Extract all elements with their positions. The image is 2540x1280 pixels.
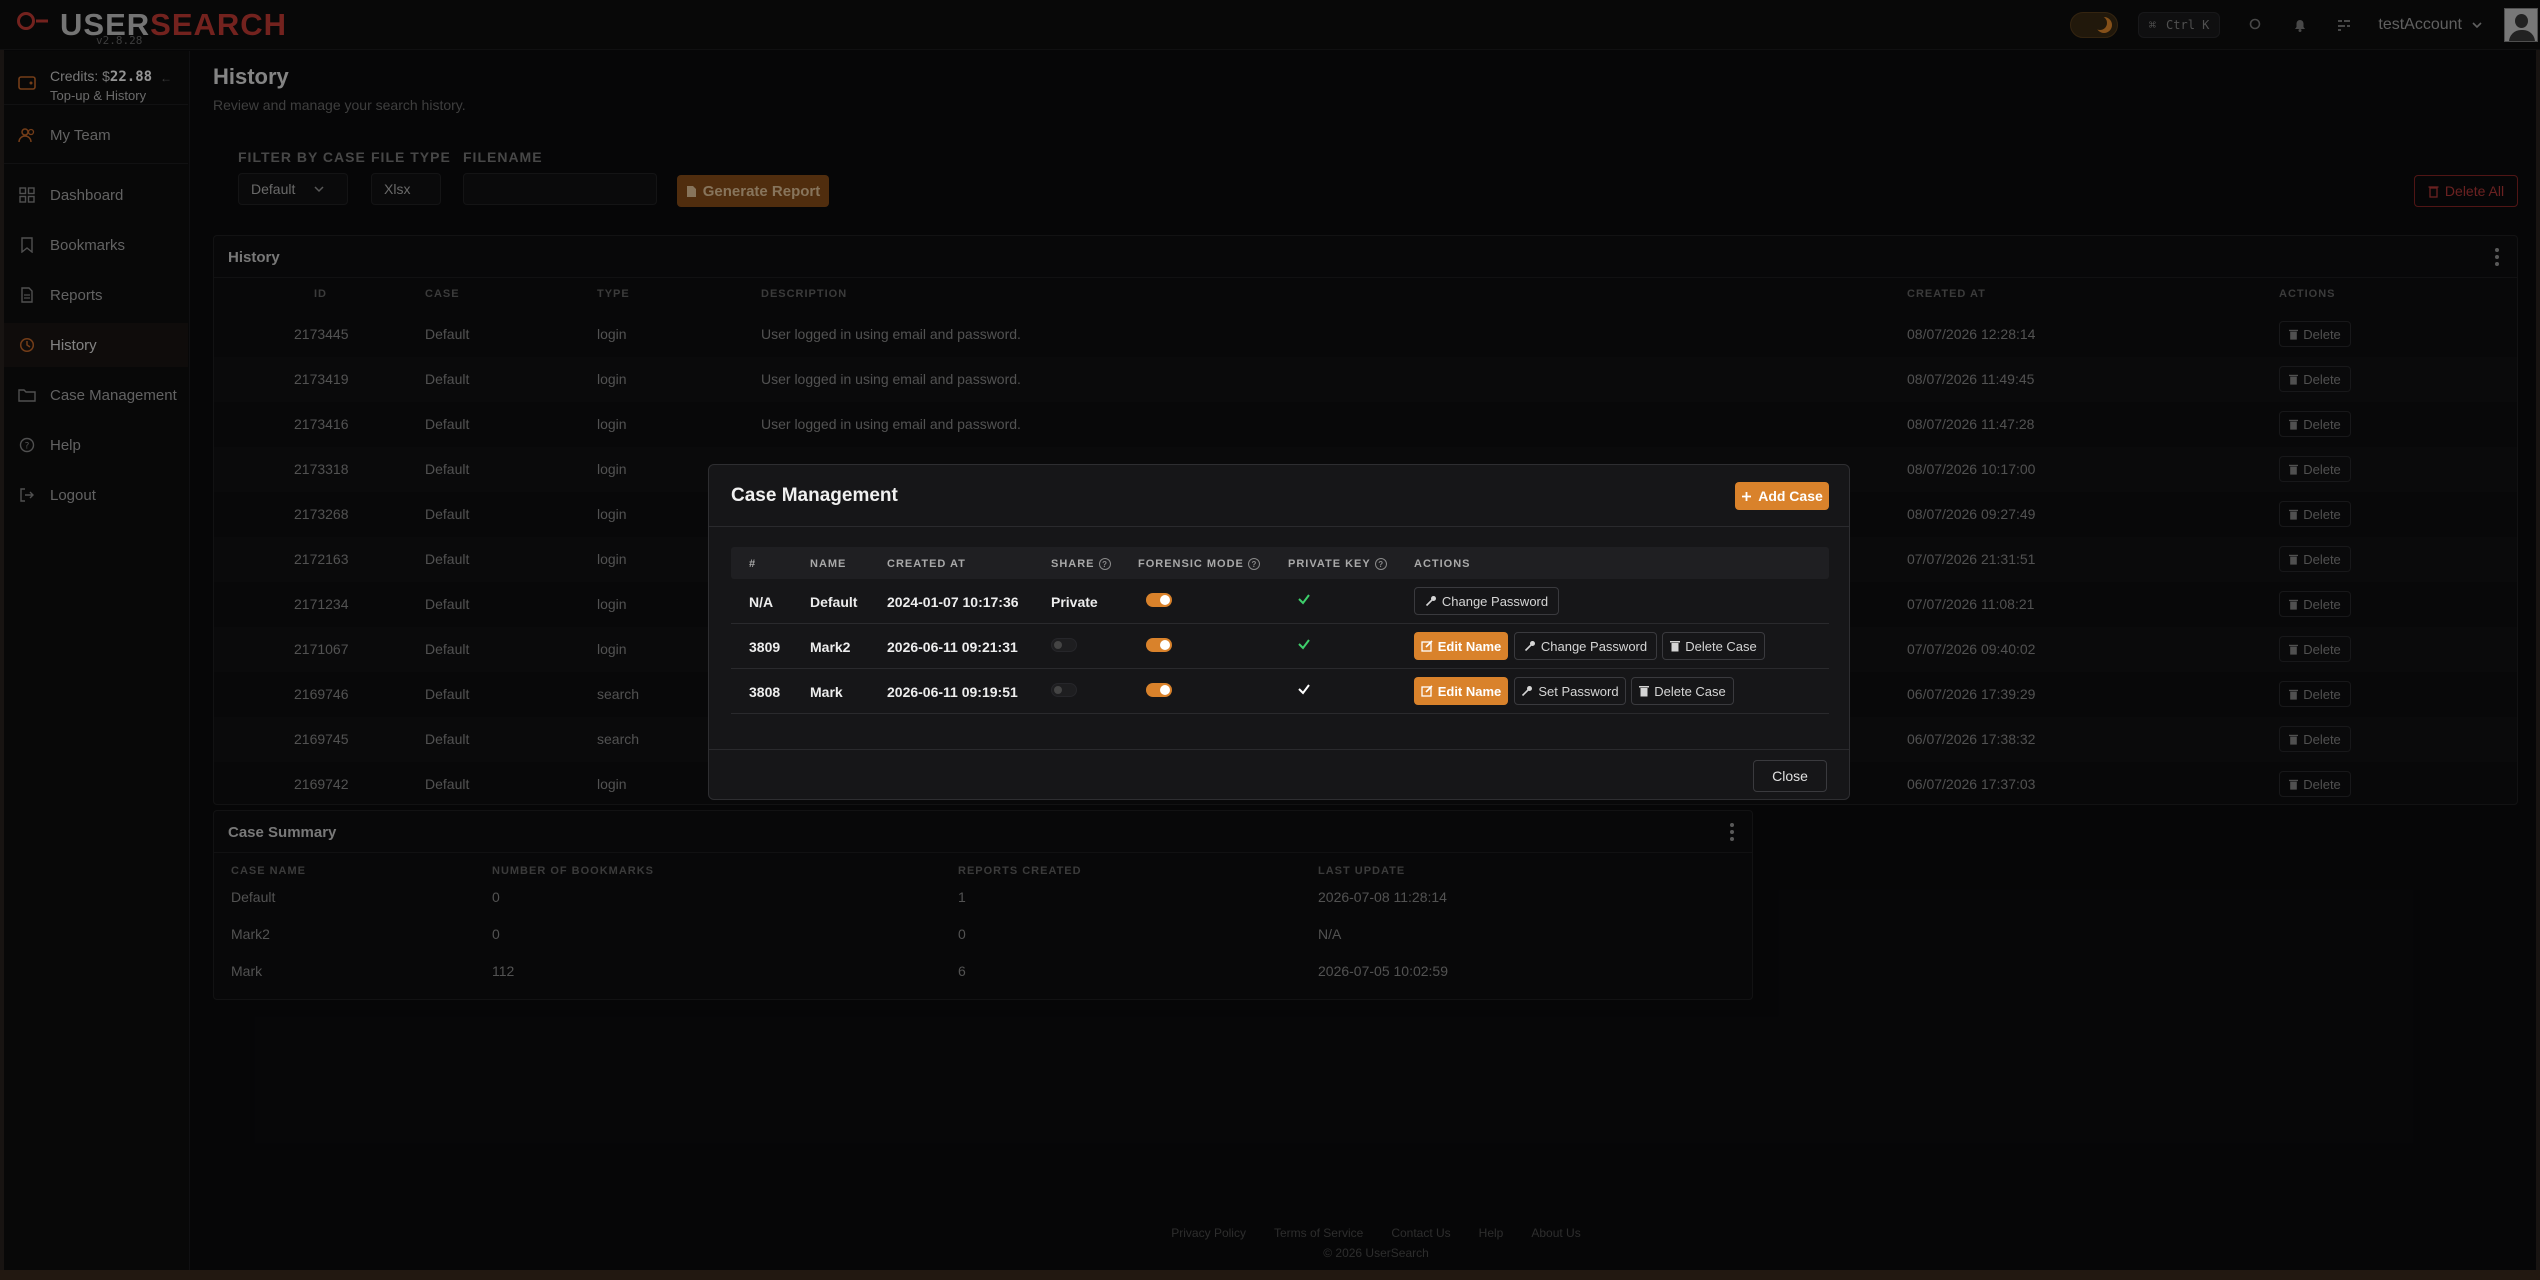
case-management-modal: Case Management Add Case # NAME CREATED … xyxy=(708,464,1850,800)
case-number: N/A xyxy=(749,594,774,610)
modal-title: Case Management xyxy=(731,485,898,506)
case-row: N/A Default 2024-01-07 10:17:36 Private … xyxy=(731,579,1829,624)
trash-icon xyxy=(1639,686,1650,697)
forensic-mode-toggle[interactable] xyxy=(1146,593,1172,607)
check-icon xyxy=(1298,639,1310,650)
close-button[interactable]: Close xyxy=(1753,760,1827,792)
case-table-header: # NAME CREATED AT SHARE? FORENSIC MODE? … xyxy=(731,547,1829,579)
case-created: 2026-06-11 09:19:51 xyxy=(887,684,1018,700)
share-toggle[interactable] xyxy=(1051,638,1077,652)
share-status: Private xyxy=(1051,594,1098,610)
column-header: PRIVATE KEY? xyxy=(1288,558,1387,570)
share-toggle[interactable] xyxy=(1051,683,1077,697)
add-case-button[interactable]: Add Case xyxy=(1735,482,1829,510)
help-icon[interactable]: ? xyxy=(1247,558,1260,570)
help-icon[interactable]: ? xyxy=(1098,558,1111,570)
column-header: ACTIONS xyxy=(1414,558,1471,570)
case-created: 2024-01-07 10:17:36 xyxy=(887,594,1019,610)
column-header: CREATED AT xyxy=(887,558,966,570)
case-name: Default xyxy=(810,594,858,610)
forensic-mode-toggle[interactable] xyxy=(1146,683,1172,697)
case-name: Mark xyxy=(810,684,843,700)
delete-case-button[interactable]: Delete Case xyxy=(1662,632,1765,660)
key-icon xyxy=(1425,596,1436,607)
check-icon xyxy=(1298,594,1310,605)
column-header: FORENSIC MODE? xyxy=(1138,558,1260,570)
case-created: 2026-06-11 09:21:31 xyxy=(887,639,1018,655)
column-header: NAME xyxy=(810,558,847,570)
change-password-button[interactable]: Change Password xyxy=(1514,632,1657,660)
edit-icon xyxy=(1421,640,1433,652)
column-header: SHARE? xyxy=(1051,558,1111,570)
case-row: 3808 Mark 2026-06-11 09:19:51 Edit Name … xyxy=(731,669,1829,714)
key-icon xyxy=(1522,686,1533,697)
column-header: # xyxy=(749,558,757,570)
case-name: Mark2 xyxy=(810,639,851,655)
edit-name-button[interactable]: Edit Name xyxy=(1414,677,1508,705)
case-row: 3809 Mark2 2026-06-11 09:21:31 Edit Name… xyxy=(731,624,1829,669)
trash-icon xyxy=(1670,641,1681,652)
help-icon[interactable]: ? xyxy=(1374,558,1387,570)
set-password-button[interactable]: Set Password xyxy=(1514,677,1626,705)
key-icon xyxy=(1524,641,1535,652)
case-number: 3809 xyxy=(749,639,781,655)
edit-icon xyxy=(1421,685,1433,697)
plus-icon xyxy=(1742,491,1752,501)
edit-name-button[interactable]: Edit Name xyxy=(1414,632,1508,660)
check-icon xyxy=(1298,684,1310,695)
delete-case-button[interactable]: Delete Case xyxy=(1631,677,1734,705)
case-number: 3808 xyxy=(749,684,781,700)
forensic-mode-toggle[interactable] xyxy=(1146,638,1172,652)
change-password-button[interactable]: Change Password xyxy=(1414,587,1559,615)
